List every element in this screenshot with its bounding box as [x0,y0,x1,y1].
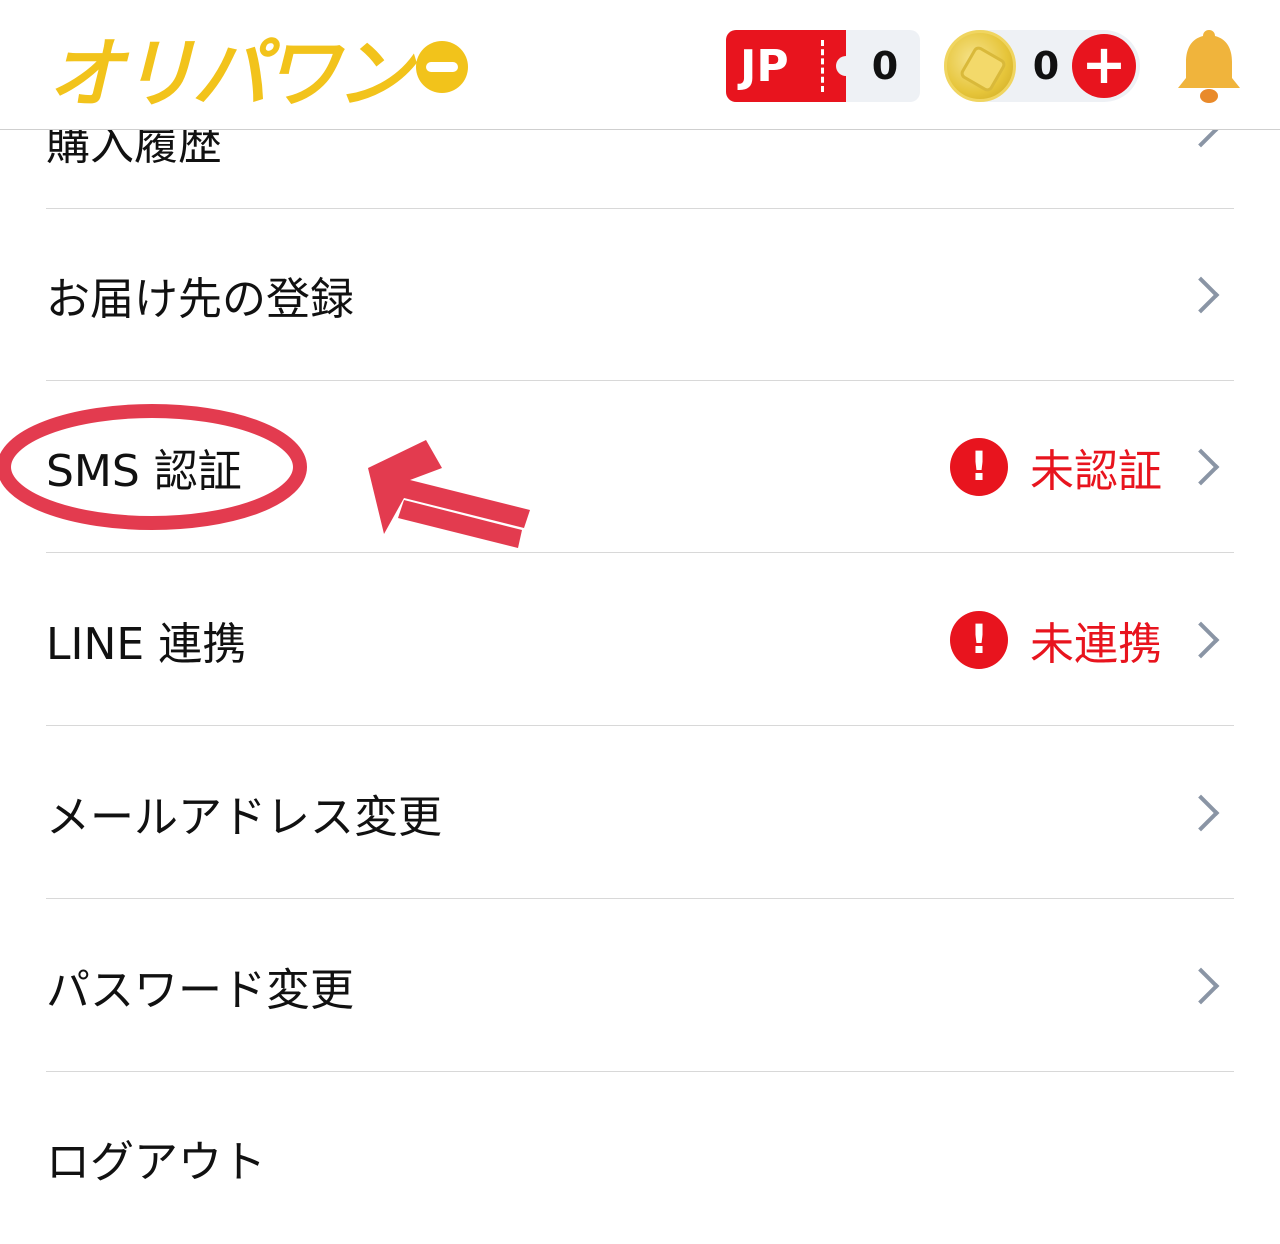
jp-ticket-icon: JP [726,30,856,102]
menu-item-label: メールアドレス変更 [46,792,442,843]
status-text: 未連携 [1030,619,1162,670]
coin-icon [944,30,1016,102]
jp-count: 0 [871,44,899,88]
menu-item-label: ログアウト [46,1137,266,1188]
divider [46,898,1234,899]
warning-icon: ! [950,438,1008,496]
sms-status: ! 未認証 [950,381,1162,553]
line-status: ! 未連携 [950,554,1162,726]
app-header: オリパワン JP 0 0 + [0,0,1280,130]
chevron-right-icon [1182,621,1220,659]
divider [46,552,1234,553]
logo-ball-icon [416,41,468,93]
menu-item-label: LINE 連携 [46,619,247,670]
bell-icon[interactable] [1172,26,1246,106]
menu-row-delivery-address[interactable]: お届け先の登録 [46,209,1234,381]
menu-row-line-link[interactable]: LINE 連携 ! 未連携 [46,554,1234,726]
logo[interactable]: オリパワン [48,22,468,118]
add-coins-button[interactable]: + [1072,34,1136,98]
chevron-right-icon [1182,448,1220,486]
warning-icon: ! [950,611,1008,669]
chevron-right-icon [1182,794,1220,832]
menu-item-label: SMS 認証 [46,446,242,497]
logo-text: オリパワン [48,29,412,118]
chevron-right-icon [1182,967,1220,1005]
chevron-right-icon [1182,276,1220,314]
menu-row-logout[interactable]: ログアウト [46,1072,1234,1244]
menu-row-change-password[interactable]: パスワード変更 [46,900,1234,1072]
divider [46,725,1234,726]
menu-row-change-email[interactable]: メールアドレス変更 [46,727,1234,899]
coin-count: 0 [1032,44,1060,88]
jp-label: JP [740,40,789,92]
menu-row-sms-verification[interactable]: SMS 認証 ! 未認証 [46,381,1234,553]
jp-points-badge[interactable]: JP 0 [726,30,920,102]
menu-item-label: お届け先の登録 [46,274,354,325]
menu-item-label: パスワード変更 [46,965,354,1016]
status-text: 未認証 [1030,446,1162,497]
coin-balance: 0 + [944,30,1140,102]
